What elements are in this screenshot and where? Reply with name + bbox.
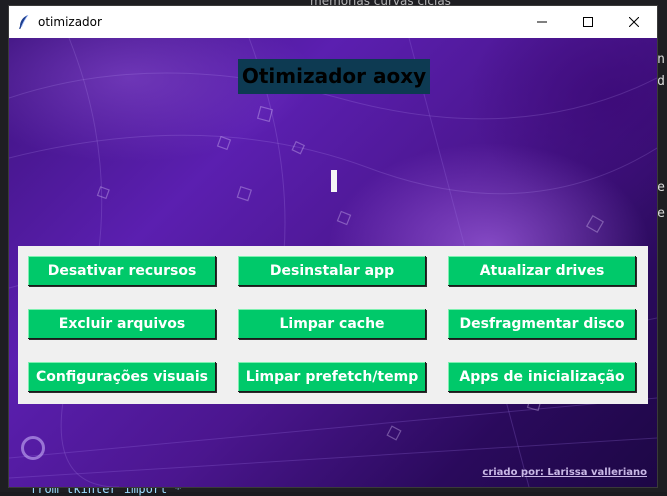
uninstall-app-button[interactable]: Desinstalar app (238, 256, 426, 286)
minimize-button[interactable] (519, 6, 565, 38)
decorative-ring (21, 436, 45, 460)
delete-files-button[interactable]: Excluir arquivos (28, 309, 216, 339)
text-cursor-marker (331, 170, 337, 192)
author-credit: criado por: Larissa valleriano (482, 467, 647, 478)
app-window: otimizador Otimizador aoxy Desativar rec… (9, 6, 657, 487)
maximize-icon (583, 17, 593, 27)
disable-features-button[interactable]: Desativar recursos (28, 256, 216, 286)
clear-prefetch-temp-button[interactable]: Limpar prefetch/temp (238, 362, 426, 392)
window-title: otimizador (38, 15, 102, 29)
app-client-area: Otimizador aoxy Desativar recursos Desin… (9, 38, 657, 487)
visual-settings-button[interactable]: Configurações visuais (28, 362, 216, 392)
close-button[interactable] (611, 6, 657, 38)
background-editor-char: d (657, 74, 665, 89)
background-editor-char: e (657, 180, 665, 195)
app-heading: Otimizador aoxy (238, 59, 430, 94)
feather-icon (19, 15, 29, 29)
minimize-icon (537, 21, 547, 23)
actions-panel: Desativar recursos Desinstalar app Atual… (18, 246, 648, 404)
defragment-disk-button[interactable]: Desfragmentar disco (448, 309, 636, 339)
clear-cache-button[interactable]: Limpar cache (238, 309, 426, 339)
startup-apps-button[interactable]: Apps de inicialização (448, 362, 636, 392)
maximize-button[interactable] (565, 6, 611, 38)
title-bar[interactable]: otimizador (9, 6, 657, 38)
background-editor-char: n (657, 52, 665, 67)
update-drivers-button[interactable]: Atualizar drives (448, 256, 636, 286)
background-editor-char: e (657, 206, 665, 221)
close-icon (629, 17, 639, 27)
